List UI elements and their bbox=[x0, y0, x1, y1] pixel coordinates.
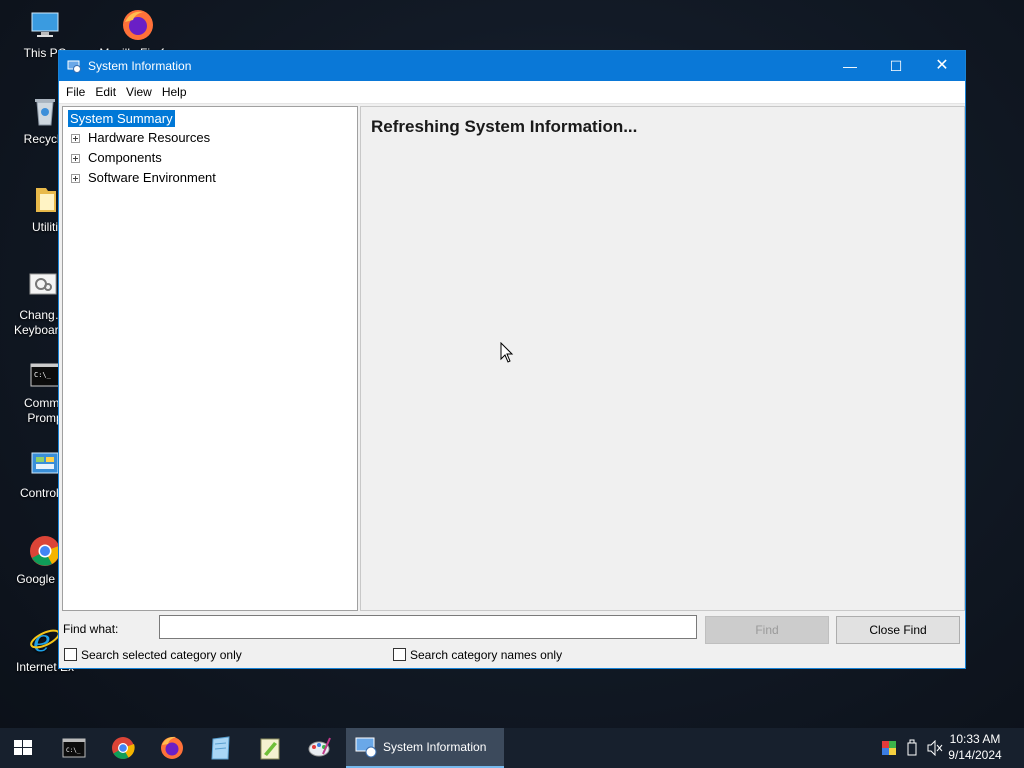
clock-time: 10:33 AM bbox=[949, 732, 1001, 746]
category-tree[interactable]: System Summary Hardware Resources Compon… bbox=[62, 106, 358, 611]
usb-drive-icon[interactable] bbox=[905, 739, 919, 760]
command-prompt-icon: C:\_ bbox=[62, 738, 86, 758]
tree-item-software-environment[interactable]: Software Environment bbox=[71, 170, 216, 186]
svg-text:C:\_: C:\_ bbox=[66, 747, 81, 754]
find-what-label: Find what: bbox=[63, 622, 119, 636]
find-button[interactable]: Find bbox=[705, 616, 829, 644]
search-category-names-checkbox[interactable]: Search category names only bbox=[393, 648, 562, 662]
internet-explorer-icon: e bbox=[28, 622, 62, 659]
tree-item-label: Components bbox=[88, 150, 162, 165]
chrome-icon bbox=[28, 534, 62, 568]
system-information-app-icon bbox=[67, 59, 81, 73]
chrome-icon bbox=[112, 737, 135, 759]
find-what-input[interactable] bbox=[159, 615, 697, 639]
taskbar-notepad[interactable] bbox=[201, 732, 241, 764]
taskbar-paint[interactable] bbox=[299, 732, 339, 764]
menu-file[interactable]: File bbox=[59, 81, 90, 103]
taskbar-firefox[interactable] bbox=[152, 732, 192, 764]
tree-item-components[interactable]: Components bbox=[71, 150, 162, 166]
close-find-button[interactable]: Close Find bbox=[836, 616, 960, 644]
expand-icon[interactable] bbox=[71, 154, 80, 163]
menu-view[interactable]: View bbox=[121, 81, 157, 103]
color-management-icon[interactable] bbox=[881, 740, 897, 759]
tree-item-hardware-resources[interactable]: Hardware Resources bbox=[71, 130, 210, 146]
taskbar-chrome[interactable] bbox=[103, 732, 143, 764]
svg-text:e: e bbox=[33, 624, 51, 656]
mouse-cursor-icon bbox=[500, 341, 514, 367]
menu-bar: File Edit View Help bbox=[59, 81, 965, 104]
taskbar-system-information[interactable]: System Information bbox=[346, 728, 504, 768]
notepad-plus-icon bbox=[260, 738, 280, 760]
system-information-app-icon bbox=[355, 737, 377, 758]
clock-date: 9/14/2024 bbox=[948, 748, 1002, 762]
this-pc-icon bbox=[28, 8, 62, 42]
svg-text:C:\_: C:\_ bbox=[34, 371, 52, 379]
command-prompt-icon: C:\_ bbox=[28, 358, 62, 392]
find-bar: Find what: Find Close Find Search select… bbox=[59, 612, 965, 668]
checkbox-label: Search selected category only bbox=[81, 648, 242, 662]
taskbar-command-prompt[interactable]: C:\_ bbox=[54, 732, 94, 764]
minimize-button[interactable]: — bbox=[827, 51, 873, 81]
tree-item-label: Software Environment bbox=[88, 170, 216, 185]
expand-icon[interactable] bbox=[71, 174, 80, 183]
task-label: System Information bbox=[383, 740, 487, 754]
expand-icon[interactable] bbox=[71, 134, 80, 143]
checkbox-box[interactable] bbox=[393, 648, 406, 661]
menu-help[interactable]: Help bbox=[157, 81, 192, 103]
title-bar[interactable]: System Information — ☐ ✕ bbox=[59, 51, 965, 81]
settings-icon bbox=[26, 270, 60, 304]
window-title: System Information bbox=[88, 59, 192, 73]
start-button[interactable] bbox=[3, 732, 43, 764]
taskbar-notepad-plus[interactable] bbox=[250, 732, 290, 764]
taskbar: C:\_ System Information 10:33 AM 9/14/20… bbox=[0, 728, 1024, 768]
folder-icon bbox=[28, 182, 62, 216]
close-button[interactable]: ✕ bbox=[919, 51, 965, 81]
notepad-icon bbox=[211, 736, 230, 760]
maximize-button[interactable]: ☐ bbox=[873, 51, 919, 81]
firefox-icon bbox=[161, 736, 183, 759]
search-selected-category-checkbox[interactable]: Search selected category only bbox=[64, 648, 242, 662]
checkbox-label: Search category names only bbox=[410, 648, 563, 662]
firefox-icon bbox=[121, 8, 155, 42]
recycle-bin-icon bbox=[28, 94, 62, 128]
clock[interactable]: 10:33 AM 9/14/2024 bbox=[940, 731, 1010, 763]
windows-logo-icon bbox=[14, 740, 32, 755]
tree-item-label: Hardware Resources bbox=[88, 130, 211, 145]
control-panel-icon bbox=[28, 448, 62, 482]
details-pane: Refreshing System Information... bbox=[360, 106, 965, 611]
paint-icon bbox=[308, 737, 331, 757]
checkbox-box[interactable] bbox=[64, 648, 77, 661]
refresh-status-text: Refreshing System Information... bbox=[371, 117, 638, 136]
tree-item-system-summary[interactable]: System Summary bbox=[67, 109, 176, 128]
menu-edit[interactable]: Edit bbox=[90, 81, 121, 103]
